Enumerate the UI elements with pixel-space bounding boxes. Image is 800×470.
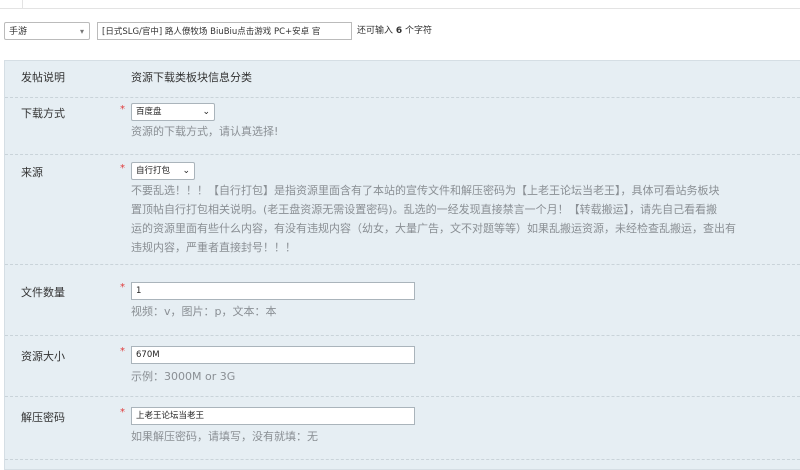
file-count-row: 文件数量 * 1 视频：v，图片：p，文本：本 (5, 264, 800, 336)
download-row: 下载方式 * 百度盘 ⌄ 资源的下载方式，请认真选择! (5, 97, 800, 155)
password-row: 解压密码 * 上老王论坛当老王 如果解压密码，请填写，没有就填：无 (5, 396, 800, 460)
password-label: 解压密码 (21, 411, 65, 424)
source-help-line: 不要乱选！！！【自行打包】是指资源里面含有了本站的宣传文件和解压密码为【上老王论… (131, 184, 720, 197)
size-row: 资源大小 * 670M 示例：3000M or 3G (5, 335, 800, 397)
source-help-line: 违规内容，严重者直接封号！！！ (131, 241, 296, 254)
thread-title-bar: 手游 ▾ [日式SLG/官中] 路人僚牧场 BiuBiu点击游戏 PC+安卓 官… (0, 22, 800, 42)
required-mark: * (120, 346, 125, 357)
category-select-value: 手游 (9, 27, 28, 37)
password-input[interactable]: 上老王论坛当老王 (131, 407, 415, 425)
remain-prefix: 还可输入 (357, 26, 394, 36)
source-row: 来源 * 自行打包 ⌄ 不要乱选！！！【自行打包】是指资源里面含有了本站的宣传文… (5, 154, 800, 265)
chevron-down-icon: ▾ (79, 27, 84, 36)
file-count-input[interactable]: 1 (131, 282, 415, 300)
remain-suffix: 个字符 (405, 26, 433, 36)
required-mark: * (120, 407, 125, 418)
source-help-line: 运的资源里面有些什么内容，有没有违规内容（幼女，大量广告，文不对题等等）如果乱搬… (131, 222, 736, 235)
source-label: 来源 (21, 166, 43, 179)
required-mark: * (120, 104, 125, 115)
password-help: 如果解压密码，请填写，没有就填：无 (131, 430, 318, 443)
chevron-down-icon: ⌄ (182, 166, 190, 176)
title-input[interactable]: [日式SLG/官中] 路人僚牧场 BiuBiu点击游戏 PC+安卓 官 (97, 22, 352, 40)
intro-value: 资源下载类板块信息分类 (131, 71, 252, 84)
size-label: 资源大小 (21, 350, 65, 363)
size-help: 示例：3000M or 3G (131, 370, 236, 383)
source-select[interactable]: 自行打包 ⌄ (131, 162, 195, 180)
file-count-label: 文件数量 (21, 286, 65, 299)
chevron-down-icon: ⌄ (202, 107, 210, 117)
intro-row: 发帖说明 资源下载类板块信息分类 (5, 61, 800, 98)
source-help-line: 置顶帖自行打包相关说明。(老王盘资源无需设置密码)。乱选的一经发现直接禁言一个月… (131, 203, 718, 216)
size-input[interactable]: 670M (131, 346, 415, 364)
file-count-help: 视频：v，图片：p，文本：本 (131, 305, 277, 318)
tab-stub (0, 0, 23, 8)
intro-label: 发帖说明 (21, 71, 65, 84)
download-select-value: 百度盘 (136, 107, 162, 117)
resource-info-panel: 发帖说明 资源下载类板块信息分类 下载方式 * 百度盘 ⌄ 资源的下载方式，请认… (4, 60, 800, 470)
source-select-value: 自行打包 (136, 166, 171, 176)
download-label: 下载方式 (21, 107, 65, 120)
required-mark: * (120, 163, 125, 174)
remain-count: 6 (395, 26, 403, 36)
required-mark: * (120, 282, 125, 293)
download-select[interactable]: 百度盘 ⌄ (131, 103, 215, 121)
top-tab-strip (0, 0, 800, 9)
category-select[interactable]: 手游 ▾ (4, 22, 90, 40)
remaining-chars: 还可输入 6 个字符 (357, 22, 432, 40)
download-help: 资源的下载方式，请认真选择! (131, 125, 279, 138)
